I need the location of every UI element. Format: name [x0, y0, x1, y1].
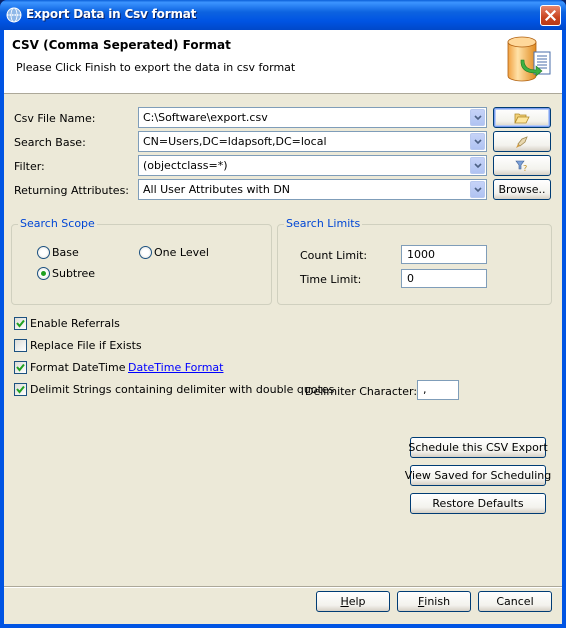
count-limit-input[interactable]: 1000	[401, 245, 487, 264]
wizard-header: CSV (Comma Seperated) Format Please Clic…	[4, 30, 562, 94]
filter-label: Filter:	[14, 160, 45, 173]
radio-one-level[interactable]: One Level	[139, 246, 209, 259]
export-dialog: Export Data in Csv format CSV (Comma Sep…	[0, 0, 566, 628]
filter-combo[interactable]: (objectclass=*)	[138, 155, 487, 176]
enable-referrals-box[interactable]	[14, 317, 27, 330]
returning-attributes-label: Returning Attributes:	[14, 184, 130, 197]
header-title: CSV (Comma Seperated) Format	[12, 38, 231, 52]
returning-attributes-dropdown[interactable]	[470, 181, 485, 198]
delimit-strings-label: Delimit Strings containing delimiter wit…	[30, 383, 335, 396]
rocket-icon	[516, 135, 528, 148]
search-base-browse-button[interactable]	[493, 131, 551, 152]
help-label: elp	[348, 595, 366, 608]
time-limit-label: Time Limit:	[300, 273, 362, 286]
help-mnemonic: H	[340, 595, 349, 608]
format-datetime-checkbox[interactable]: Format DateTime	[14, 361, 125, 374]
radio-subtree-label: Subtree	[52, 267, 96, 280]
schedule-export-button[interactable]: Schedule this CSV Export	[408, 437, 548, 458]
filter-icon: ?	[515, 160, 527, 172]
cancel-button[interactable]: Cancel	[478, 591, 552, 612]
chevron-down-icon	[473, 138, 482, 144]
restore-defaults-button[interactable]: Restore Defaults	[410, 493, 546, 514]
replace-file-box[interactable]	[14, 339, 27, 352]
footer-separator	[4, 586, 562, 588]
globe-icon	[6, 7, 22, 23]
svg-text:?: ?	[523, 164, 527, 172]
radio-selected-dot	[41, 271, 46, 276]
radio-base-label: Base	[52, 246, 79, 259]
chevron-down-icon	[473, 162, 482, 168]
radio-base[interactable]: Base	[37, 246, 79, 259]
search-base-label: Search Base:	[14, 136, 86, 149]
browse-attributes-button[interactable]: Browse..	[493, 179, 551, 200]
checkmark-icon	[16, 363, 25, 372]
replace-file-label: Replace File if Exists	[30, 339, 142, 352]
radio-base-indicator[interactable]	[37, 246, 50, 259]
checkmark-icon	[16, 319, 25, 328]
enable-referrals-checkbox[interactable]: Enable Referrals	[14, 317, 120, 330]
search-scope-title: Search Scope	[18, 217, 97, 230]
checkmark-icon	[16, 385, 25, 394]
dialog-content: CSV (Comma Seperated) Format Please Clic…	[4, 30, 562, 624]
chevron-down-icon	[473, 114, 482, 120]
finish-button[interactable]: Finish	[397, 591, 471, 612]
format-datetime-label: Format DateTime	[30, 361, 126, 374]
header-description: Please Click Finish to export the data i…	[16, 61, 296, 74]
chevron-down-icon	[473, 186, 482, 192]
title-bar[interactable]: Export Data in Csv format	[0, 0, 566, 30]
returning-attributes-value: All User Attributes with DN	[143, 183, 291, 196]
radio-one-level-indicator[interactable]	[139, 246, 152, 259]
search-base-combo[interactable]: CN=Users,DC=ldapsoft,DC=local	[138, 131, 487, 152]
count-limit-label: Count Limit:	[300, 249, 368, 262]
browse-file-button[interactable]	[493, 107, 551, 128]
csv-file-name-value: C:\Software\export.csv	[143, 111, 268, 124]
close-button[interactable]	[540, 5, 561, 26]
delimit-strings-checkbox[interactable]: Delimit Strings containing delimiter wit…	[14, 383, 334, 396]
help-button[interactable]: Help	[316, 591, 390, 612]
filter-builder-button[interactable]: ?	[493, 155, 551, 176]
view-saved-scheduling-button[interactable]: View Saved for Scheduling	[405, 465, 551, 486]
window-title: Export Data in Csv format	[26, 7, 197, 21]
search-base-dropdown[interactable]	[470, 133, 485, 150]
filter-dropdown[interactable]	[470, 157, 485, 174]
returning-attributes-combo[interactable]: All User Attributes with DN	[138, 179, 487, 200]
folder-open-icon	[514, 113, 530, 123]
search-scope-group: Search Scope Base One Level Subtree	[11, 217, 272, 305]
database-export-icon	[507, 36, 551, 82]
radio-one-level-label: One Level	[154, 246, 209, 259]
delimiter-character-input[interactable]: ,	[417, 380, 459, 400]
delimit-strings-box[interactable]	[14, 383, 27, 396]
datetime-format-link[interactable]: DateTime Format	[128, 361, 223, 374]
close-icon	[545, 10, 556, 21]
format-datetime-box[interactable]	[14, 361, 27, 374]
finish-label: inish	[424, 595, 451, 608]
search-base-value: CN=Users,DC=ldapsoft,DC=local	[143, 135, 327, 148]
search-limits-group: Search Limits Count Limit: 1000 Time Lim…	[277, 217, 552, 305]
replace-file-checkbox[interactable]: Replace File if Exists	[14, 339, 142, 352]
radio-subtree-indicator[interactable]	[37, 267, 50, 280]
csv-file-name-dropdown[interactable]	[470, 109, 485, 126]
filter-value: (objectclass=*)	[143, 159, 228, 172]
csv-file-name-combo[interactable]: C:\Software\export.csv	[138, 107, 487, 128]
radio-subtree[interactable]: Subtree	[37, 267, 95, 280]
csv-file-name-label: Csv File Name:	[14, 112, 96, 125]
time-limit-input[interactable]: 0	[401, 269, 487, 288]
enable-referrals-label: Enable Referrals	[30, 317, 120, 330]
delimiter-character-label: Delimiter Character:	[305, 385, 418, 398]
search-limits-title: Search Limits	[284, 217, 363, 230]
